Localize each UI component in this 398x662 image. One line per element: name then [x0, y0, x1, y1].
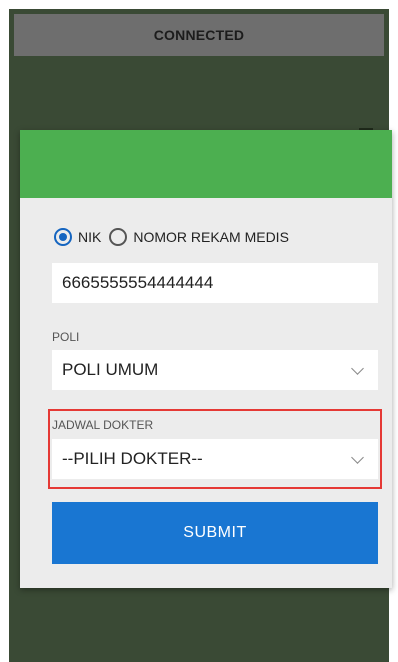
nik-radio-label[interactable]: NIK — [78, 229, 101, 245]
connection-status-text: CONNECTED — [153, 27, 245, 43]
poli-label: POLI — [52, 330, 80, 344]
jadwal-dokter-select[interactable]: --PILIH DOKTER-- — [52, 439, 378, 479]
id-number-value: 6665555554444444 — [62, 273, 214, 292]
id-number-input[interactable]: 6665555554444444 — [52, 263, 378, 303]
dialog-header — [20, 130, 392, 198]
submit-button[interactable]: SUBMIT — [52, 502, 378, 564]
nomor-rekam-medis-radio-label[interactable]: NOMOR REKAM MEDIS — [133, 229, 289, 245]
poli-select[interactable]: POLI UMUM — [52, 350, 378, 390]
nik-radio[interactable] — [54, 228, 72, 246]
nomor-rekam-medis-radio[interactable] — [109, 228, 128, 246]
chevron-down-icon — [351, 451, 364, 464]
id-type-radio-group: NIK NOMOR REKAM MEDIS — [54, 228, 297, 246]
jadwal-dokter-label: JADWAL DOKTER — [52, 418, 154, 432]
connection-status-bar: CONNECTED — [14, 14, 384, 56]
poli-selected-value: POLI UMUM — [62, 360, 159, 379]
jadwal-dokter-selected-value: --PILIH DOKTER-- — [62, 449, 203, 468]
registration-dialog: NIK NOMOR REKAM MEDIS 6665555554444444 P… — [20, 130, 392, 588]
chevron-down-icon — [351, 362, 364, 375]
